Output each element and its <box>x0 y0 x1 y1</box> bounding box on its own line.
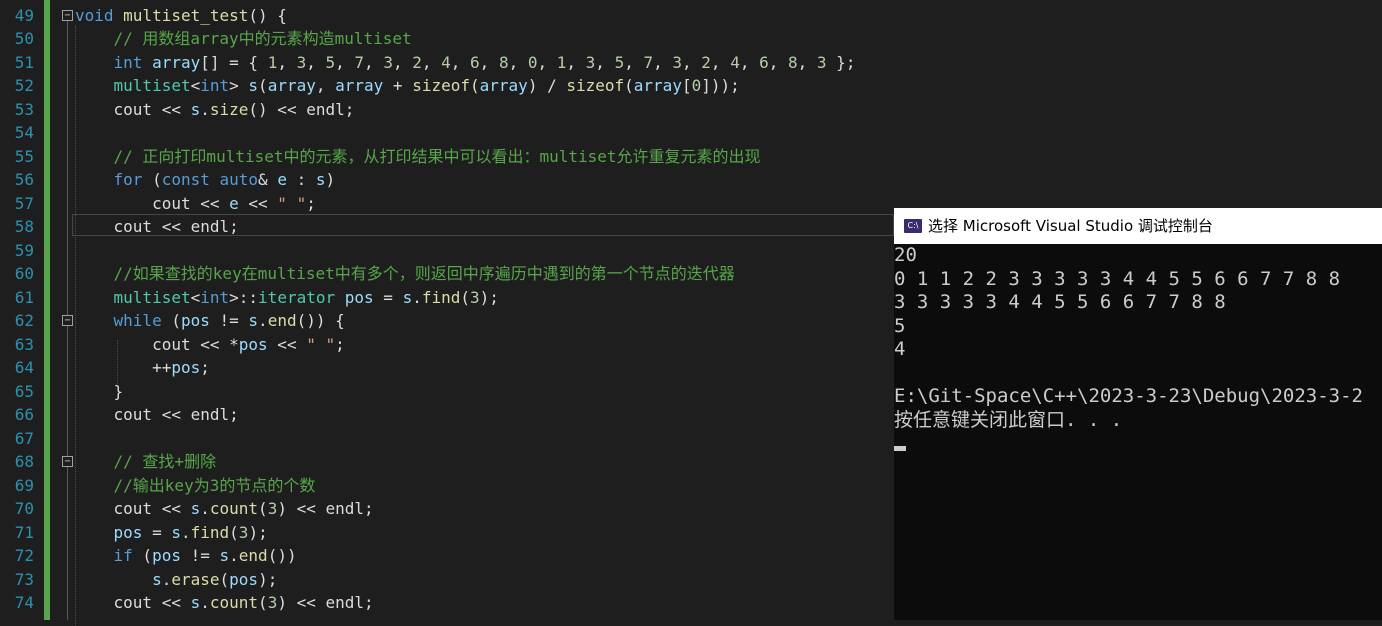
debug-console-window[interactable]: C:\ 选择 Microsoft Visual Studio 调试控制台 20 … <box>894 208 1382 620</box>
code-line[interactable]: 56 for (const auto& e : s) <box>0 168 1382 192</box>
code-text: //输出key为3的节点的个数 <box>113 475 316 495</box>
code-text: ++pos; <box>75 358 210 377</box>
console-line: E:\Git-Space\C++\2023-3-23\Debug\2023-3-… <box>894 385 1363 407</box>
code-text: } <box>75 381 124 401</box>
collapse-toggle-icon[interactable]: − <box>62 315 73 326</box>
line-number: 55 <box>14 146 34 166</box>
line-number: 51 <box>14 52 34 72</box>
code-text: if (pos != s.end()) <box>113 546 297 565</box>
code-line[interactable]: 52 multiset<int> s(array, array + sizeof… <box>0 74 1382 98</box>
code-text: int array[] = { 1, 3, 5, 7, 3, 2, 4, 6, … <box>113 52 856 72</box>
line-number: 58 <box>14 217 34 236</box>
code-text: cout << endl; <box>113 217 239 236</box>
code-line[interactable]: 50 // 用数组array中的元素构造multiset <box>0 27 1382 51</box>
console-title: 选择 Microsoft Visual Studio 调试控制台 <box>928 217 1213 235</box>
code-text: cout << s.count(3) << endl; <box>113 499 374 518</box>
line-number: 49 <box>14 5 34 25</box>
line-number: 64 <box>14 358 34 377</box>
collapse-toggle-icon[interactable]: − <box>62 9 73 21</box>
line-number: 70 <box>14 499 34 518</box>
line-number: 56 <box>14 170 34 189</box>
code-text: // 查找+删除 <box>113 452 217 471</box>
line-number: 54 <box>14 123 34 142</box>
code-text: //如果查找的key在multiset中有多个，则返回中序遍历中遇到的第一个节点… <box>113 264 735 283</box>
console-line: 按任意键关闭此窗口. . . <box>894 408 1123 431</box>
line-number: 67 <box>14 428 34 448</box>
code-text: multiset<int> s(array, array + sizeof(ar… <box>113 76 740 95</box>
console-app-icon: C:\ <box>904 219 922 233</box>
code-text: s.erase(pos); <box>152 569 278 589</box>
line-number: 68 <box>14 452 34 471</box>
line-number: 66 <box>14 405 34 424</box>
line-number: 50 <box>14 29 34 48</box>
code-text: while (pos != s.end()) { <box>113 311 345 330</box>
console-line: 20 <box>894 244 917 266</box>
code-text: cout << s.count(3) << endl; <box>113 593 374 612</box>
line-number: 63 <box>14 334 34 354</box>
line-number: 59 <box>14 240 34 260</box>
console-line: 4 <box>894 338 906 360</box>
console-line: 5 <box>894 314 906 337</box>
line-number: 72 <box>14 546 34 565</box>
code-line[interactable]: 55 // 正向打印multiset中的元素，从打印结果中可以看出：multis… <box>0 145 1382 169</box>
console-line: 0 1 1 2 2 3 3 3 3 3 4 4 5 5 6 6 7 7 8 8 <box>894 267 1341 290</box>
code-text: for (const auto& e : s) <box>113 170 336 189</box>
line-number: 52 <box>14 76 34 95</box>
console-cursor <box>894 446 906 451</box>
indent-guide <box>75 26 77 626</box>
code-text: cout << s.size() << endl; <box>113 99 355 119</box>
line-number: 74 <box>14 593 34 612</box>
code-text: cout << *pos << " "; <box>152 334 345 354</box>
line-number: 53 <box>14 99 34 119</box>
line-number: 60 <box>14 264 34 283</box>
console-titlebar[interactable]: C:\ 选择 Microsoft Visual Studio 调试控制台 <box>894 208 1382 244</box>
line-number: 62 <box>14 311 34 330</box>
code-text: multiset<int>::iterator pos = s.find(3); <box>113 287 499 307</box>
code-text: cout << e << " "; <box>152 193 316 213</box>
code-line[interactable]: 49 void multiset_test() {− <box>0 4 1382 28</box>
line-number: 65 <box>14 381 34 401</box>
code-text: cout << endl; <box>113 405 239 424</box>
code-line[interactable]: 53 cout << s.size() << endl; <box>0 98 1382 122</box>
code-line[interactable]: 54 <box>0 121 1382 145</box>
line-number: 73 <box>14 569 34 589</box>
collapse-toggle-icon[interactable]: − <box>62 456 73 467</box>
code-text: // 正向打印multiset中的元素，从打印结果中可以看出：multiset允… <box>113 146 761 166</box>
indent-guide <box>117 340 119 384</box>
line-number: 61 <box>14 287 34 307</box>
console-line: 3 3 3 3 3 4 4 5 5 6 6 7 7 8 8 <box>894 291 1226 313</box>
line-number: 69 <box>14 475 34 495</box>
code-text: // 用数组array中的元素构造multiset <box>113 29 412 48</box>
code-line[interactable]: 51 int array[] = { 1, 3, 5, 7, 3, 2, 4, … <box>0 51 1382 75</box>
line-number: 57 <box>14 193 34 213</box>
line-number: 71 <box>14 522 34 542</box>
code-text: pos = s.find(3); <box>113 522 268 542</box>
code-text: void multiset_test() { <box>75 5 287 25</box>
